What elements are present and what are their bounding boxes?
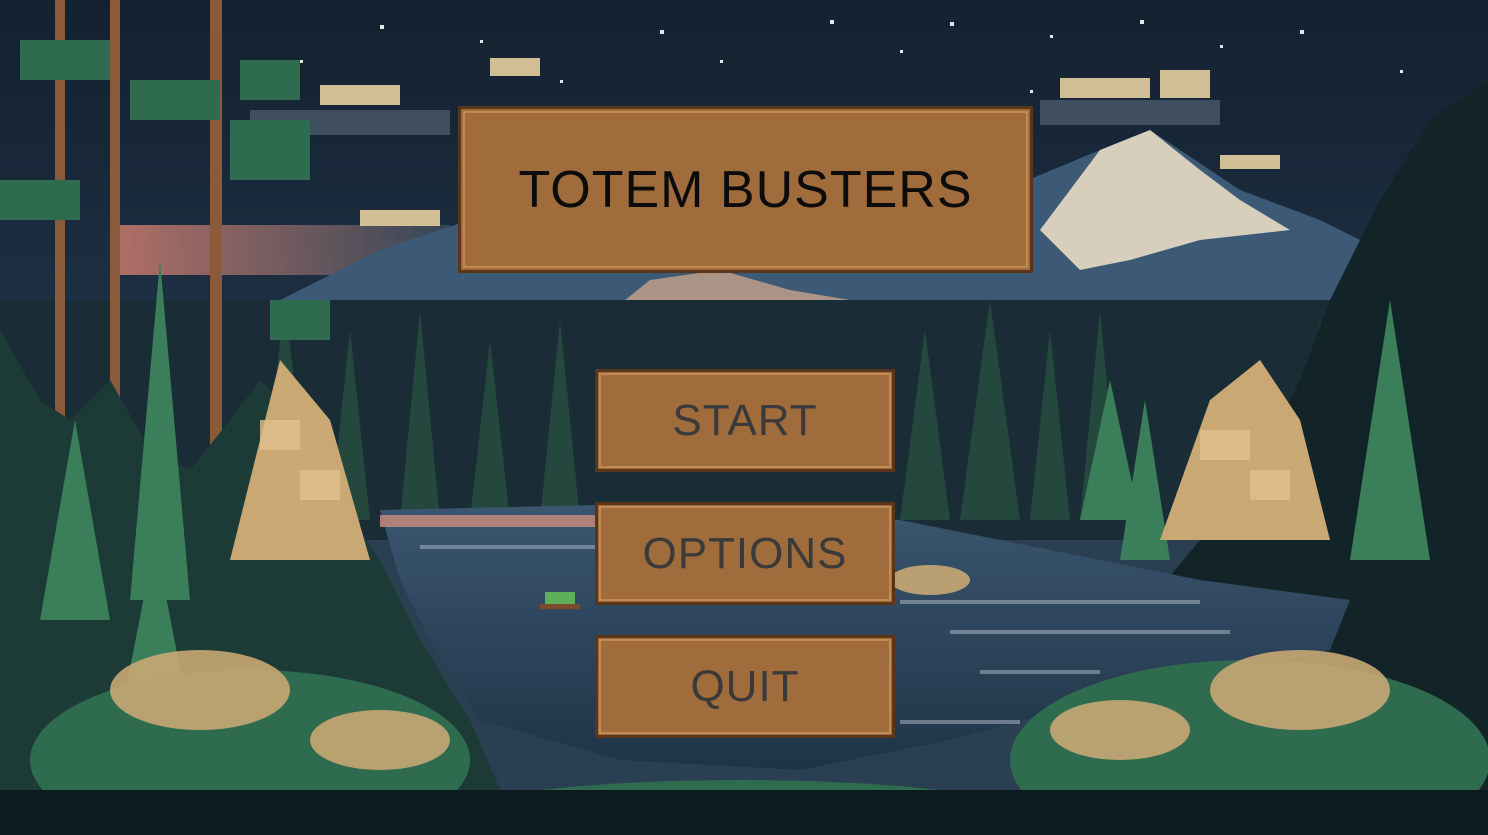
main-menu-screen: TOTEM BUSTERS START OPTIONS QUIT — [0, 0, 1488, 835]
options-button[interactable]: OPTIONS — [595, 502, 895, 605]
quit-button-label: QUIT — [690, 661, 800, 711]
game-title-panel: TOTEM BUSTERS — [458, 106, 1033, 273]
quit-button[interactable]: QUIT — [595, 635, 895, 738]
game-title: TOTEM BUSTERS — [518, 160, 973, 219]
start-button-label: START — [672, 395, 818, 445]
start-button[interactable]: START — [595, 369, 895, 472]
options-button-label: OPTIONS — [642, 528, 848, 578]
